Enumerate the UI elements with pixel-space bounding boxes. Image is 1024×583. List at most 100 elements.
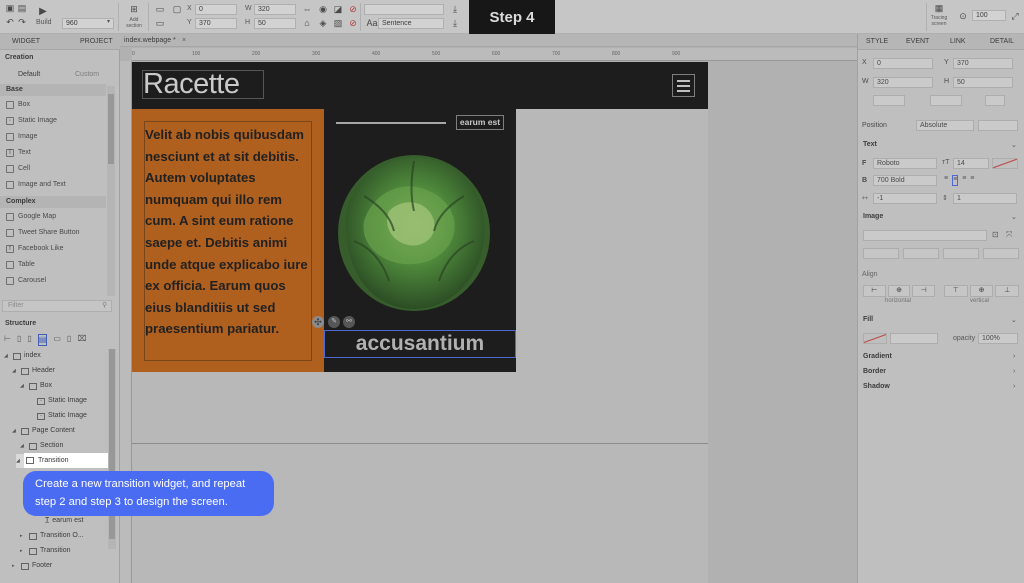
tree-structure-icon[interactable]: ⊢ [4,334,11,346]
line-height-input[interactable]: 1 [953,193,1017,204]
widget-image[interactable]: Image [6,130,37,143]
fit-fill-button[interactable] [943,248,979,259]
image-source-select[interactable] [863,230,987,241]
rp-corner-input[interactable] [873,95,905,106]
text-heading[interactable]: Text [863,141,877,148]
widget-scrollbar[interactable] [107,86,115,296]
save-icon[interactable]: ▣ [5,3,15,13]
h-align-right-icon[interactable]: ⊣ [912,285,936,297]
widget-text[interactable]: T Text [6,146,31,159]
image-upload-icon[interactable]: ⊡ [992,230,999,239]
lettuce-image[interactable] [334,151,494,316]
transition-icon[interactable]: ▤ [37,334,48,346]
complex-heading[interactable]: Complex [0,196,106,208]
page-icon[interactable]: ▯ [17,334,21,346]
undo-icon[interactable]: ↶ [5,17,15,27]
position-anchor-select[interactable] [978,120,1018,131]
rp-h-input[interactable]: 50 [953,77,1013,88]
rp-height-input[interactable] [985,95,1005,106]
v-align-bottom-icon[interactable]: ⊥ [995,285,1020,297]
tab-detail[interactable]: DETAIL [990,38,1014,45]
save-all-icon[interactable]: ▤ [17,3,27,13]
align-center-icon[interactable]: ≡ [952,175,959,186]
tree-item-transition-o[interactable]: ▸ Transition O... [20,529,84,543]
zoom-icon[interactable]: ⊙ [958,11,968,21]
tree-item-transition[interactable]: ▸ Transition [20,544,70,558]
structure-scrollbar[interactable] [108,349,116,549]
trash-icon[interactable]: ⌧ [77,334,86,346]
tab-style[interactable]: STYLE [866,38,888,45]
tree-item-page-content[interactable]: ◢ Page Content [12,424,75,438]
fill-heading[interactable]: Fill [863,316,873,323]
fit-contain-button[interactable] [863,248,899,259]
subtab-default[interactable]: Default [18,71,40,78]
tree-item-index[interactable]: ◢ index [4,349,41,363]
widget-google-map[interactable]: Google Map [6,210,56,223]
align-left-icon[interactable]: ▭ [155,4,165,14]
fit-none-button[interactable] [983,248,1019,259]
h-align-center-icon[interactable]: ⊕ [887,285,911,297]
tree-item-section[interactable]: ◢ Section [20,439,63,453]
close-icon[interactable]: × [182,37,186,44]
visibility-icon[interactable]: ◉ [318,4,328,14]
build-play-icon[interactable]: ▶ [38,6,48,17]
tag-text[interactable]: earum est [456,115,504,130]
tree-item-header[interactable]: ◢ Header [12,364,55,378]
letter-spacing-input[interactable]: -1 [873,193,937,204]
redo-icon[interactable]: ↷ [17,17,27,27]
layer-icon[interactable]: ▭ [53,334,61,346]
subtab-custom[interactable]: Custom [75,71,99,78]
font-size-select[interactable]: 14 [953,158,989,169]
filter-input[interactable]: Filter [2,300,112,312]
opacity-input[interactable]: 100% [978,333,1018,344]
align-justify-icon[interactable]: ≡ [970,175,974,186]
tracing-screen-icon[interactable]: ▦ [934,3,944,13]
add-section-label[interactable]: Add section [123,17,145,29]
tree-item-earum-est[interactable]: T̲ earum est [36,514,83,528]
device-icon[interactable]: ▯ [67,334,71,346]
rp-width-input[interactable] [930,95,962,106]
text-color-swatch[interactable] [992,158,1018,169]
section-icon[interactable]: ▯ [27,334,31,346]
tab-link[interactable]: LINK [950,38,966,45]
move-handle-icon[interactable]: ✣ [312,316,324,328]
edit-pencil-icon[interactable]: ✎ [328,316,340,328]
tracing-screen-label[interactable]: Tracing screen [928,15,950,27]
link-icon[interactable]: ⚯ [343,316,355,328]
widget-tweet-share[interactable]: Tweet Share Button [6,226,79,239]
frame-icon[interactable]: ▢ [172,4,182,14]
tab-event[interactable]: EVENT [906,38,929,45]
zoom-select[interactable]: 100 [972,10,1006,21]
download-alt-icon[interactable]: ⤓ [450,18,460,28]
v-align-middle-icon[interactable]: ⊕ [969,285,994,297]
align-left-icon[interactable]: ≡ [944,175,948,186]
link-dimensions-icon[interactable]: ⇔ [302,4,312,14]
w-input[interactable]: 320 [254,4,296,15]
no-fill-icon[interactable]: ⊘ [348,4,358,14]
lock-icon[interactable]: ⌂ [302,18,312,28]
image-heading[interactable]: Image [863,213,883,220]
fit-cover-button[interactable] [903,248,939,259]
hamburger-menu-icon[interactable] [672,74,695,97]
h-align-left-icon[interactable]: ⊢ [863,285,886,297]
widget-static-image[interactable]: ◦ Static Image [6,114,57,127]
font-family-select[interactable]: Roboto [873,158,937,169]
text-transform-select[interactable]: Sentence [378,18,444,29]
document-tab[interactable]: index.webpage * [124,37,176,44]
caption-text[interactable]: accusantium [324,330,516,358]
tab-project[interactable]: PROJECT [80,38,113,45]
widget-cell[interactable]: Cell [6,162,30,175]
stroke-icon[interactable]: ◪ [333,4,343,14]
text-panel[interactable]: Velit ab nobis quibusdam nesciunt et at … [132,109,324,372]
add-section-icon[interactable]: ⊞ [129,4,139,14]
position-select[interactable]: Absolute [916,120,974,131]
fill-icon[interactable]: ◈ [318,18,328,28]
h-input[interactable]: 50 [254,18,296,29]
image-panel[interactable]: earum est accusantium [324,109,516,372]
tab-widget[interactable]: WIDGET [12,38,40,45]
fill-hex-input[interactable] [890,333,938,344]
fill-color-swatch[interactable] [863,333,887,344]
tree-item-static-image[interactable]: ◦ Static Image [28,394,87,408]
align-right-icon[interactable]: ≡ [962,175,966,186]
x-input[interactable]: 0 [195,4,237,15]
